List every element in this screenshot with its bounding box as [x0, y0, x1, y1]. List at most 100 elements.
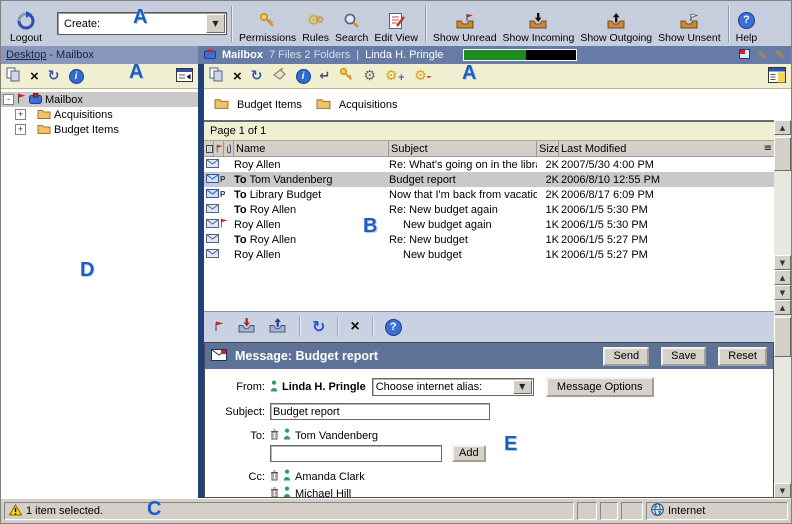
person-icon — [283, 469, 291, 484]
show-unsent-button[interactable]: Show Unsent — [655, 4, 723, 44]
name-column-header[interactable]: Name — [234, 141, 389, 156]
subject-label: Subject: — [205, 406, 265, 418]
flag-icon[interactable] — [214, 320, 225, 335]
scroll-up-icon[interactable]: ▲ — [774, 120, 791, 135]
folder-link[interactable]: Budget Items — [237, 99, 302, 111]
delete-icon[interactable]: × — [30, 68, 39, 85]
alias-select[interactable]: Choose internet alias: ▼ — [372, 378, 534, 396]
tree-item-budget-items[interactable]: + Budget Items — [1, 122, 198, 137]
tray-in-icon[interactable] — [237, 318, 256, 336]
page-indicator: Page 1 of 1 — [204, 121, 774, 141]
tree-item-label: Acquisitions — [54, 109, 113, 121]
scroll-down-icon[interactable]: ▼ — [774, 255, 791, 270]
trash-icon[interactable] — [270, 487, 279, 498]
chevron-down-icon[interactable]: ▼ — [513, 380, 532, 394]
minus-toggle-icon[interactable]: - — [3, 94, 14, 105]
edit-view-button[interactable]: Edit View — [371, 4, 421, 44]
help-button[interactable]: ? Help — [733, 4, 761, 44]
to-input[interactable] — [270, 445, 442, 462]
size-column-header[interactable]: Size — [537, 141, 559, 156]
key-icon[interactable] — [339, 67, 354, 85]
folder-link[interactable]: Acquisitions — [339, 99, 398, 111]
spin-down-icon[interactable]: ▼ — [774, 285, 791, 300]
copy-icon[interactable] — [6, 67, 21, 85]
row-size: 1K — [537, 234, 559, 246]
table-row[interactable]: P To Library Budget Now that I'm back fr… — [204, 187, 774, 202]
settings-add-icon[interactable]: ⚙+ — [385, 69, 405, 83]
plus-toggle-icon[interactable]: + — [15, 124, 26, 135]
table-row[interactable]: To Roy Allen Re: New budget again 1K 200… — [204, 202, 774, 217]
table-row[interactable]: Roy Allen New budget 1K 2006/1/5 5:27 PM — [204, 247, 774, 262]
add-to-button[interactable]: Add — [452, 445, 486, 462]
scrollbar-thumb[interactable] — [774, 317, 791, 357]
row-name: Library Budget — [250, 189, 322, 201]
folder-icon — [37, 108, 51, 122]
trash-icon[interactable] — [270, 470, 279, 484]
spinner-control[interactable]: ▲ ▼ — [774, 270, 791, 300]
show-outgoing-button[interactable]: Show Outgoing — [577, 4, 655, 44]
subject-input[interactable] — [270, 403, 490, 420]
info-icon[interactable]: i — [69, 69, 84, 84]
info-icon[interactable]: i — [296, 69, 311, 84]
pencil-icon[interactable]: ✎ — [758, 50, 767, 61]
breadcrumb-desktop-link[interactable]: Desktop — [6, 49, 46, 61]
message-options-button[interactable]: Message Options — [546, 377, 654, 397]
show-unread-button[interactable]: Show Unread — [430, 4, 500, 44]
reset-button[interactable]: Reset — [718, 347, 767, 366]
rules-button[interactable]: ⚙⚙ Rules — [299, 4, 332, 44]
help-icon[interactable]: ? — [385, 319, 402, 336]
sort-icon[interactable]: ≡ — [764, 144, 772, 154]
send-button[interactable]: Send — [603, 347, 649, 366]
message-compose-panel: Message: Budget report Send Save Reset F… — [204, 342, 774, 498]
list-scrollbar[interactable]: ▲ ▼ — [774, 120, 791, 270]
folder-tree-panel: × ↻ i - Mailbox + Acquisitions + Bud — [1, 64, 198, 498]
trash-icon[interactable] — [270, 429, 279, 443]
read-column-header[interactable] — [204, 141, 214, 156]
table-row[interactable]: Roy Allen New budget again 1K 2006/1/5 5… — [204, 217, 774, 232]
move-icon[interactable] — [272, 68, 287, 84]
toolbar-divider — [372, 317, 373, 337]
settings-icon[interactable]: ⚙ — [363, 69, 376, 83]
refresh-icon[interactable]: ↻ — [48, 69, 60, 83]
chevron-down-icon[interactable]: ▼ — [206, 14, 225, 33]
tree-item-mailbox[interactable]: - Mailbox — [1, 92, 198, 107]
breadcrumb-separator: - — [49, 49, 53, 61]
collapse-panel-icon[interactable] — [176, 68, 193, 85]
logout-button[interactable]: Logout — [1, 4, 51, 44]
row-subject: Budget report — [389, 174, 537, 186]
folder-tree: - Mailbox + Acquisitions + Budget Items — [1, 89, 198, 498]
tree-item-acquisitions[interactable]: + Acquisitions — [1, 107, 198, 122]
copy-icon[interactable] — [209, 67, 224, 85]
spin-up-icon[interactable]: ▲ — [774, 270, 791, 285]
plus-toggle-icon[interactable]: + — [15, 109, 26, 120]
tray-out-icon[interactable] — [268, 318, 287, 336]
refresh-icon[interactable]: ↻ — [251, 69, 263, 83]
sync-icon[interactable]: ↻ — [312, 319, 325, 335]
show-incoming-button[interactable]: Show Incoming — [500, 4, 578, 44]
table-row[interactable]: To Roy Allen Re: New budget 1K 2006/1/5 … — [204, 232, 774, 247]
compose-icon[interactable]: ✎ — [775, 49, 785, 61]
delete-icon[interactable]: × — [350, 318, 359, 336]
message-list: Roy Allen Re: What's going on in the lib… — [204, 157, 774, 311]
panel-view-icon[interactable] — [768, 67, 786, 86]
delete-icon[interactable]: × — [233, 68, 242, 85]
paperclip-column-header[interactable] — [224, 141, 234, 156]
go-back-icon[interactable]: ↵ — [320, 70, 331, 83]
flag-column-header[interactable] — [214, 141, 224, 156]
scroll-down-icon[interactable]: ▼ — [774, 483, 791, 498]
scrollbar-thumb[interactable] — [774, 137, 791, 171]
search-button[interactable]: Search — [332, 4, 371, 44]
settings-remove-icon[interactable]: ⚙- — [414, 69, 431, 83]
toolbar-divider — [337, 317, 338, 337]
permissions-button[interactable]: Permissions — [236, 4, 299, 44]
window-icon[interactable] — [739, 49, 750, 62]
save-button[interactable]: Save — [661, 347, 706, 366]
row-name: Roy Allen — [234, 249, 280, 261]
message-scrollbar[interactable]: ▲ ▼ — [774, 300, 791, 498]
row-subject: New budget — [389, 249, 537, 261]
modified-column-header[interactable]: Last Modified ≡ — [559, 141, 774, 156]
table-row-selected[interactable]: P To Tom Vandenberg Budget report 2K 200… — [204, 172, 774, 187]
scroll-up-icon[interactable]: ▲ — [774, 300, 791, 315]
table-row[interactable]: Roy Allen Re: What's going on in the lib… — [204, 157, 774, 172]
subject-column-header[interactable]: Subject — [389, 141, 537, 156]
